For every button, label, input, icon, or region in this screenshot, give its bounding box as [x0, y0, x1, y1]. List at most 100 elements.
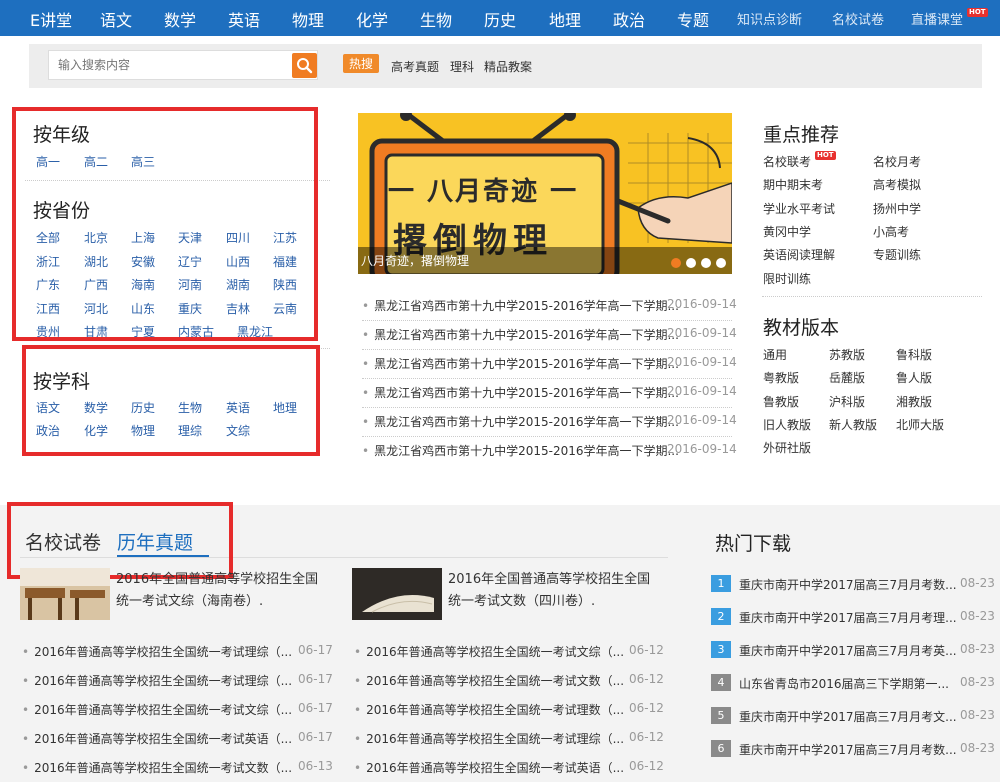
recommend-link[interactable]: 小高考 — [873, 223, 909, 240]
paper-title: 2016年普通高等学校招生全国统一考试理综（... — [34, 674, 293, 688]
paper-item[interactable]: • 2016年普通高等学校招生全国统一考试理综（... — [22, 672, 292, 689]
recommend-link[interactable]: 英语阅读理解 — [763, 246, 835, 263]
carousel-dot[interactable] — [686, 258, 696, 268]
bullet-icon: • — [354, 703, 362, 717]
feature-title-left[interactable]: 2016年全国普通高等学校招生全国统一考试文综（海南卷）. — [116, 569, 331, 613]
download-date: 08-23 — [960, 609, 995, 623]
paper-item[interactable]: • 2016年普通高等学校招生全国统一考试文数（... — [354, 672, 624, 689]
nav-item-lishi[interactable]: 历史 — [484, 7, 516, 31]
paper-item[interactable]: • 2016年普通高等学校招生全国统一考试文数（... — [22, 759, 292, 776]
recommend-link[interactable]: 期中期末考 — [763, 176, 823, 193]
search-button[interactable] — [292, 53, 317, 78]
nav-item-live[interactable]: 直播课堂 — [911, 9, 963, 28]
nav-item-shengwu[interactable]: 生物 — [420, 7, 452, 31]
recommend-link[interactable]: 扬州中学 — [873, 200, 921, 217]
nav-item-yuwen[interactable]: 语文 — [100, 7, 132, 31]
paper-title: 2016年普通高等学校招生全国统一考试文数（... — [366, 674, 625, 688]
paper-item[interactable]: • 2016年普通高等学校招生全国统一考试文综（... — [22, 701, 292, 718]
textbook-link[interactable]: 粤教版 — [763, 369, 799, 386]
rank-number: 5 — [711, 707, 731, 724]
nav-item-zhengzhi[interactable]: 政治 — [613, 7, 645, 31]
textbook-link[interactable]: 岳麓版 — [829, 369, 865, 386]
feature-title-right[interactable]: 2016年全国普通高等学校招生全国统一考试文数（四川卷）. — [448, 569, 663, 613]
textbook-link[interactable]: 鲁科版 — [896, 346, 932, 363]
download-item[interactable]: 重庆市南开中学2017届高三7月月考数... — [739, 576, 957, 593]
news-item[interactable]: • 黑龙江省鸡西市第十九中学2015-2016学年高一下学期... — [362, 442, 679, 459]
download-item[interactable]: 重庆市南开中学2017届高三7月月考文... — [739, 708, 957, 725]
download-date: 08-23 — [960, 741, 995, 755]
paper-item[interactable]: • 2016年普通高等学校招生全国统一考试理综（... — [354, 730, 624, 747]
nav-item-exam-papers[interactable]: 名校试卷 — [832, 9, 884, 28]
news-date: 2016-09-14 — [667, 326, 737, 340]
paper-item[interactable]: • 2016年普通高等学校招生全国统一考试英语（... — [22, 730, 292, 747]
recommend-link[interactable]: 名校联考 — [763, 153, 811, 170]
carousel-dot[interactable] — [716, 258, 726, 268]
paper-title: 2016年普通高等学校招生全国统一考试理数（... — [366, 703, 625, 717]
news-item[interactable]: • 黑龙江省鸡西市第十九中学2015-2016学年高一下学期... — [362, 413, 679, 430]
news-date: 2016-09-14 — [667, 297, 737, 311]
bullet-icon: • — [362, 328, 370, 342]
textbook-link[interactable]: 鲁教版 — [763, 393, 799, 410]
textbook-link[interactable]: 北师大版 — [896, 416, 944, 433]
carousel-dot[interactable] — [701, 258, 711, 268]
nav-item-wuli[interactable]: 物理 — [292, 7, 324, 31]
news-item[interactable]: • 黑龙江省鸡西市第十九中学2015-2016学年高一下学期... — [362, 297, 679, 314]
bullet-icon: • — [22, 645, 30, 659]
annotation-box-subject — [22, 345, 320, 456]
search-input[interactable] — [49, 51, 279, 79]
nav-item-zhuanti[interactable]: 专题 — [677, 7, 709, 31]
downloads-title: 热门下载 — [715, 533, 792, 555]
rank-number: 1 — [711, 575, 731, 592]
textbook-link[interactable]: 外研社版 — [763, 439, 811, 456]
search-box — [48, 50, 318, 80]
textbook-link[interactable]: 苏教版 — [829, 346, 865, 363]
bullet-icon: • — [362, 357, 370, 371]
textbook-link[interactable]: 旧人教版 — [763, 416, 811, 433]
recommend-link[interactable]: 学业水平考试 — [763, 200, 835, 217]
news-date: 2016-09-14 — [667, 355, 737, 369]
hot-link-gaokao[interactable]: 高考真题 — [391, 58, 439, 75]
nav-item-yingyu[interactable]: 英语 — [228, 7, 260, 31]
nav-item-dili[interactable]: 地理 — [549, 7, 581, 31]
recommend-link[interactable]: 限时训练 — [763, 270, 811, 287]
bullet-icon: • — [354, 761, 362, 775]
news-item[interactable]: • 黑龙江省鸡西市第十九中学2015-2016学年高一下学期... — [362, 326, 679, 343]
textbook-link[interactable]: 新人教版 — [829, 416, 877, 433]
download-date: 08-23 — [960, 576, 995, 590]
divider — [362, 436, 732, 437]
recommend-link[interactable]: 专题训练 — [873, 246, 921, 263]
site-logo[interactable]: E讲堂 — [30, 7, 72, 31]
nav-item-huaxue[interactable]: 化学 — [356, 7, 388, 31]
paper-item[interactable]: • 2016年普通高等学校招生全国统一考试英语（... — [354, 759, 624, 776]
promo-banner[interactable]: 一 八月奇迹 一 撂倒物理 八月奇迹，撂倒物理 — [358, 113, 732, 274]
paper-date: 06-12 — [629, 701, 664, 715]
news-title: 黑龙江省鸡西市第十九中学2015-2016学年高一下学期... — [374, 386, 679, 400]
feature-thumbnail-right[interactable] — [352, 568, 442, 620]
news-item[interactable]: • 黑龙江省鸡西市第十九中学2015-2016学年高一下学期... — [362, 384, 679, 401]
download-item[interactable]: 重庆市南开中学2017届高三7月月考数... — [739, 741, 957, 758]
textbook-link[interactable]: 鲁人版 — [896, 369, 932, 386]
nav-item-shuxue[interactable]: 数学 — [164, 7, 196, 31]
nav-item-diagnosis[interactable]: 知识点诊断 — [737, 9, 802, 28]
recommend-link[interactable]: 高考模拟 — [873, 176, 921, 193]
download-item[interactable]: 重庆市南开中学2017届高三7月月考英... — [739, 642, 957, 659]
download-item[interactable]: 山东省青岛市2016届高三下学期第一... — [739, 675, 949, 692]
news-item[interactable]: • 黑龙江省鸡西市第十九中学2015-2016学年高一下学期... — [362, 355, 679, 372]
textbook-link[interactable]: 湘教版 — [896, 393, 932, 410]
hot-link-jiaoan[interactable]: 精品教案 — [484, 58, 532, 75]
carousel-dot-active[interactable] — [671, 258, 681, 268]
paper-item[interactable]: • 2016年普通高等学校招生全国统一考试理综（... — [22, 643, 292, 660]
paper-item[interactable]: • 2016年普通高等学校招生全国统一考试理数（... — [354, 701, 624, 718]
feature-thumbnail-left[interactable] — [20, 568, 110, 620]
download-date: 08-23 — [960, 675, 995, 689]
textbook-link[interactable]: 沪科版 — [829, 393, 865, 410]
recommend-link[interactable]: 黄冈中学 — [763, 223, 811, 240]
recommend-link[interactable]: 名校月考 — [873, 153, 921, 170]
paper-item[interactable]: • 2016年普通高等学校招生全国统一考试文综（... — [354, 643, 624, 660]
textbook-link[interactable]: 通用 — [763, 346, 787, 363]
download-item[interactable]: 重庆市南开中学2017届高三7月月考理... — [739, 609, 957, 626]
divider — [362, 320, 732, 321]
recommend-title: 重点推荐 — [763, 124, 840, 146]
rank-number: 4 — [711, 674, 731, 691]
hot-link-like[interactable]: 理科 — [450, 58, 474, 75]
